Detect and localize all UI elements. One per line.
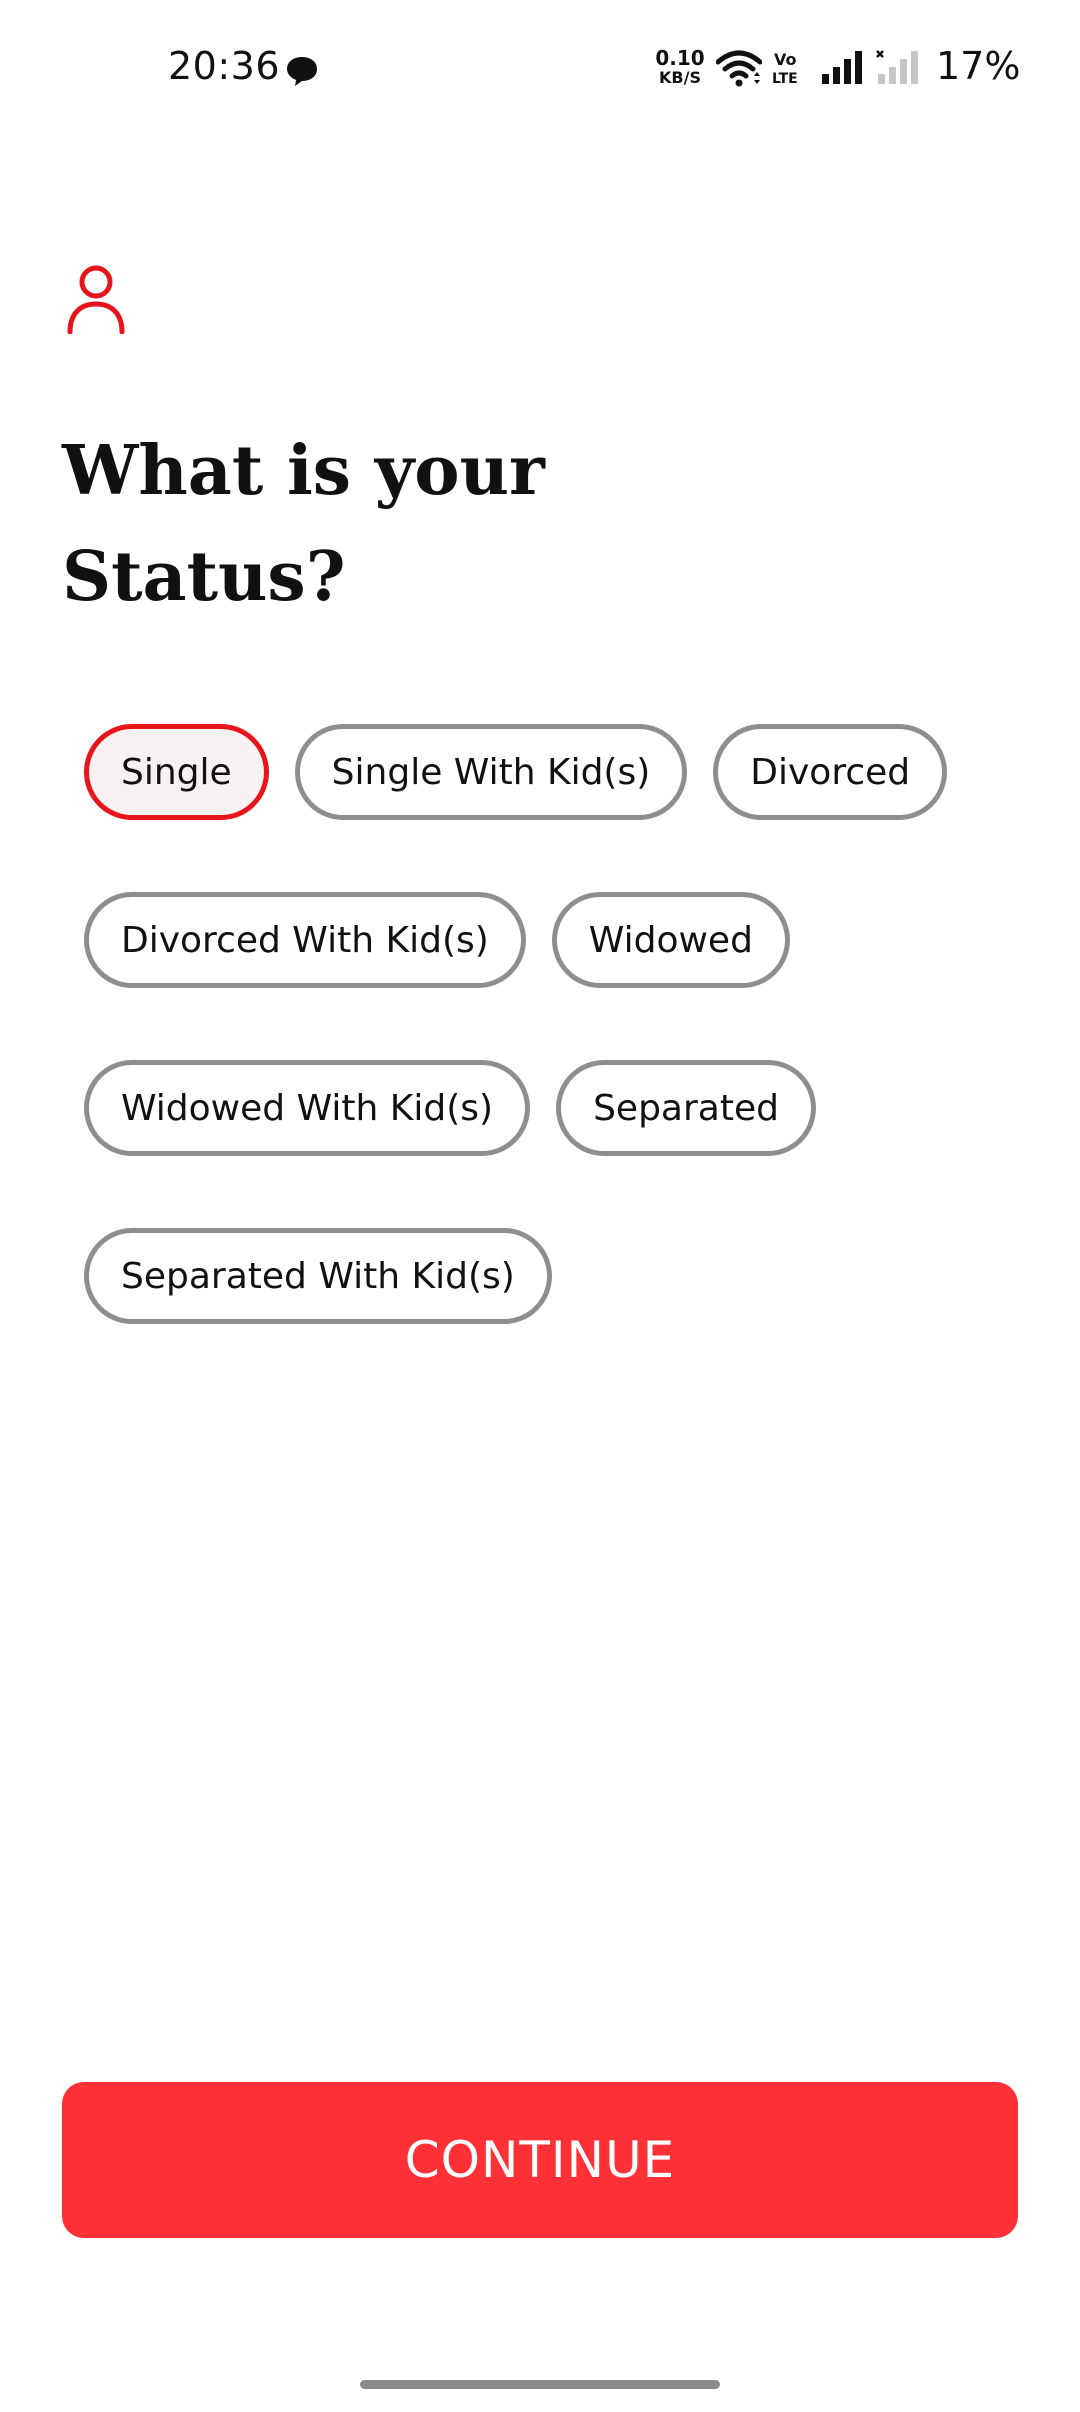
chat-bubble-icon (287, 57, 317, 86)
svg-text:LTE: LTE (772, 71, 798, 87)
option-single[interactable]: Single (84, 724, 269, 820)
home-gesture-bar[interactable] (360, 2380, 720, 2389)
volte-icon: Vo LTE (772, 50, 798, 87)
status-options: Single Single With Kid(s) Divorced Divor… (84, 724, 1024, 1396)
status-options-row: Single Single With Kid(s) Divorced (84, 724, 1024, 820)
signal-no-service-icon (876, 50, 918, 84)
network-speed-unit: KB/S (659, 68, 701, 87)
option-widowed[interactable]: Widowed (551, 892, 790, 988)
status-options-row: Separated With Kid(s) (84, 1228, 1024, 1324)
signal-icon (822, 51, 862, 84)
user-profile-icon (67, 265, 125, 334)
option-separated[interactable]: Separated (556, 1060, 816, 1156)
option-divorced-with-kids[interactable]: Divorced With Kid(s) (84, 892, 526, 988)
status-bar: 20:36 0.10 KB/S Vo LTE 17% (0, 0, 1080, 140)
network-speed-value: 0.10 (655, 46, 705, 70)
status-options-row: Divorced With Kid(s) Widowed (84, 892, 1024, 988)
option-divorced[interactable]: Divorced (713, 724, 948, 820)
option-separated-with-kids[interactable]: Separated With Kid(s) (84, 1228, 552, 1324)
status-time: 20:36 (168, 44, 281, 88)
page-title-line-2: Status? (62, 537, 346, 617)
page-title: What is your Status? (62, 418, 762, 630)
option-single-with-kids[interactable]: Single With Kid(s) (294, 724, 688, 820)
option-widowed-with-kids[interactable]: Widowed With Kid(s) (84, 1060, 531, 1156)
svg-text:Vo: Vo (774, 50, 797, 69)
page-title-line-1: What is your (62, 431, 545, 511)
battery-level: 17% (936, 44, 1021, 88)
status-options-row: Widowed With Kid(s) Separated (84, 1060, 1024, 1156)
network-speed: 0.10 KB/S (654, 48, 706, 88)
continue-button[interactable]: CONTINUE (62, 2082, 1018, 2238)
wifi-icon (716, 50, 762, 87)
